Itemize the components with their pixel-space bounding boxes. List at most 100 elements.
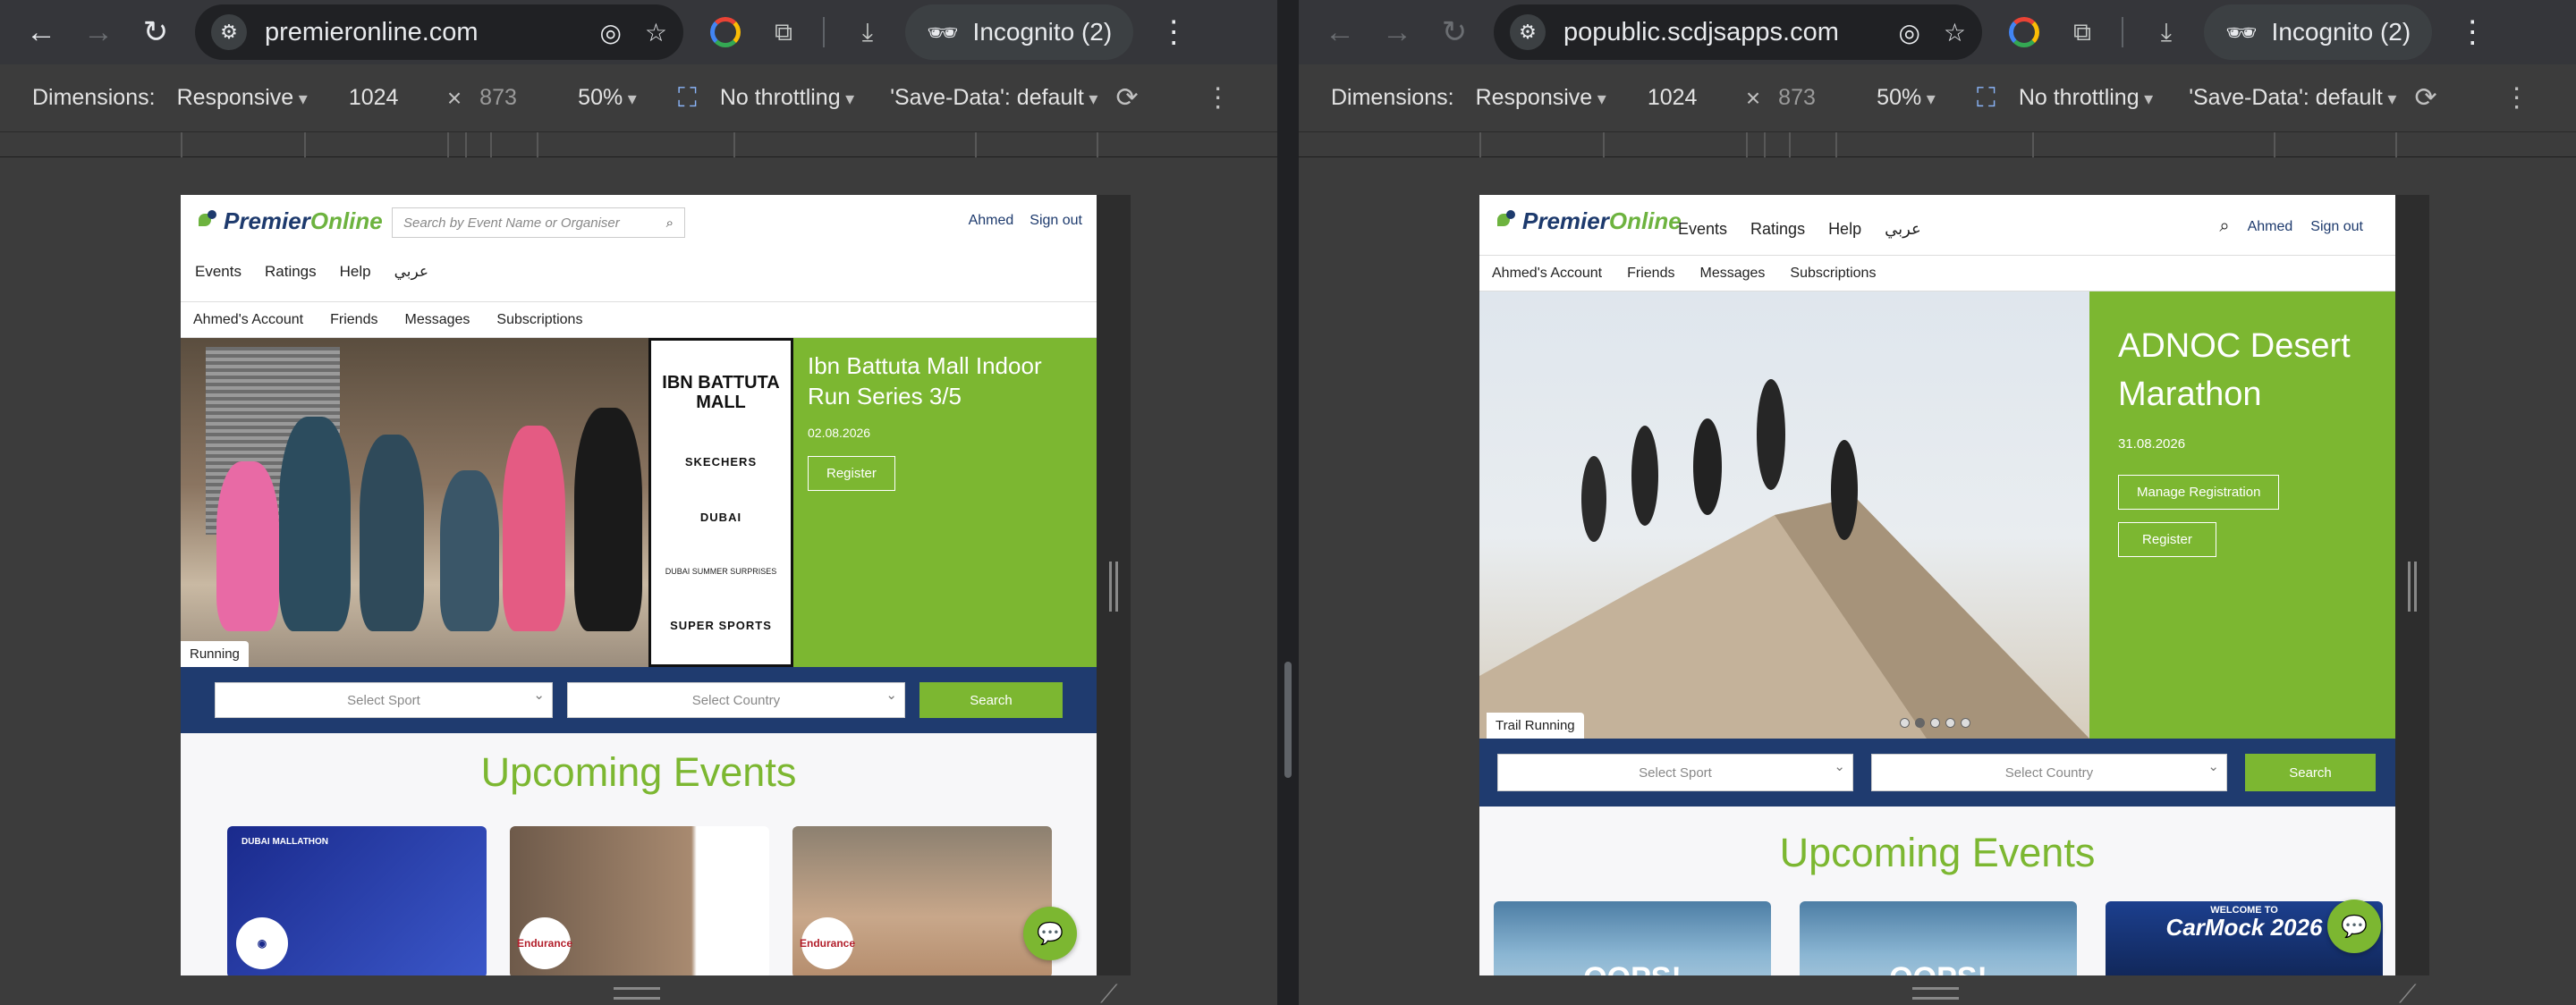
site-info-icon[interactable]: ⚙	[211, 14, 247, 50]
forward-icon[interactable]: →	[1368, 5, 1426, 59]
sport-select[interactable]: Select Sport	[1497, 754, 1853, 791]
event-card[interactable]: DUBAI MALLATHON ◉	[227, 826, 487, 975]
extension-ring-icon[interactable]	[2009, 17, 2039, 47]
capture-icon[interactable]: ⛶	[1977, 83, 1996, 114]
nav-arabic[interactable]: عربي	[1885, 220, 1921, 239]
search-icon[interactable]: ⌕	[666, 215, 674, 231]
event-card[interactable]: Endurance	[792, 826, 1052, 975]
chat-icon[interactable]: 💬	[2327, 899, 2381, 953]
nav-events[interactable]: Events	[1678, 220, 1727, 239]
subnav-subscriptions[interactable]: Subscriptions	[1790, 266, 1876, 282]
height-input[interactable]: 873	[1778, 85, 1859, 111]
carousel-dot[interactable]	[1930, 718, 1940, 728]
subnav-friends[interactable]: Friends	[330, 312, 377, 328]
capture-icon[interactable]: ⛶	[678, 83, 697, 114]
zoom-select[interactable]: 50%	[1877, 85, 1936, 111]
search-input[interactable]: Search by Event Name or Organiser ⌕	[392, 207, 685, 238]
incognito-badge[interactable]: 🕶 Incognito (2)	[2204, 4, 2433, 60]
hero-title[interactable]: ADNOC Desert Marathon	[2118, 322, 2367, 418]
search-button[interactable]: Search	[919, 682, 1063, 718]
bottom-resize-handle[interactable]	[614, 987, 660, 1000]
country-select[interactable]: Select Country	[1871, 754, 2227, 791]
savedata-select[interactable]: 'Save-Data': default	[2189, 85, 2396, 111]
resize-handle-icon[interactable]	[1109, 562, 1118, 612]
zoom-select[interactable]: 50%	[578, 85, 637, 111]
nav-help[interactable]: Help	[1828, 220, 1861, 239]
nav-help[interactable]: Help	[340, 263, 371, 281]
eye-off-icon[interactable]: ◎	[599, 18, 621, 47]
eye-off-icon[interactable]: ◎	[1898, 18, 1919, 47]
user-link[interactable]: Ahmed	[969, 213, 1014, 229]
subnav-messages[interactable]: Messages	[1699, 266, 1765, 282]
reload-icon[interactable]: ↻	[127, 5, 184, 59]
throttle-select[interactable]: No throttling	[2019, 85, 2153, 111]
event-card[interactable]: OOPS!	[1800, 901, 2077, 975]
menu-icon[interactable]: ⋮	[2457, 14, 2487, 50]
star-icon[interactable]: ☆	[1944, 18, 1966, 47]
menu-icon[interactable]: ⋮	[1158, 14, 1189, 50]
nav-ratings[interactable]: Ratings	[265, 263, 317, 281]
event-card[interactable]: Endurance	[510, 826, 769, 975]
carousel-dot[interactable]	[1915, 718, 1925, 728]
register-button[interactable]: Register	[2118, 522, 2216, 557]
throttle-select[interactable]: No throttling	[720, 85, 854, 111]
divider-grip[interactable]	[1284, 662, 1292, 778]
reload-icon[interactable]: ↻	[1426, 5, 1483, 59]
rotate-icon[interactable]: ⟳	[1115, 82, 1138, 114]
viewport-resize-rail[interactable]	[1097, 195, 1131, 975]
subnav-messages[interactable]: Messages	[404, 312, 470, 328]
nav-events[interactable]: Events	[195, 263, 242, 281]
star-icon[interactable]: ☆	[645, 18, 667, 47]
signout-link[interactable]: Sign out	[2310, 219, 2363, 235]
forward-icon[interactable]: →	[70, 5, 127, 59]
devtools-more-icon[interactable]: ⋮	[1205, 82, 1232, 114]
back-icon[interactable]: ←	[1311, 5, 1368, 59]
manage-registration-button[interactable]: Manage Registration	[2118, 475, 2280, 510]
width-input[interactable]: 1024	[349, 85, 438, 111]
subnav-subscriptions[interactable]: Subscriptions	[496, 312, 582, 328]
incognito-badge[interactable]: 🕶 Incognito (2)	[905, 4, 1134, 60]
search-button[interactable]: Search	[2245, 754, 2376, 791]
chat-icon[interactable]: 💬	[1023, 907, 1077, 960]
device-mode-select[interactable]: Responsive	[1476, 85, 1606, 111]
extensions-icon[interactable]: ⧉	[2064, 14, 2100, 50]
back-icon[interactable]: ←	[13, 5, 70, 59]
download-icon[interactable]: ⤓	[850, 14, 886, 50]
extension-ring-icon[interactable]	[710, 17, 741, 47]
sport-select[interactable]: Select Sport	[215, 682, 553, 718]
savedata-select[interactable]: 'Save-Data': default	[890, 85, 1097, 111]
carousel-dot[interactable]	[1945, 718, 1955, 728]
signout-link[interactable]: Sign out	[1030, 213, 1082, 229]
corner-resize-icon[interactable]: ⟋	[2399, 980, 2417, 1005]
device-mode-select[interactable]: Responsive	[177, 85, 308, 111]
site-logo[interactable]: Premier Online	[1496, 207, 1682, 235]
devtools-more-icon[interactable]: ⋮	[2504, 82, 2530, 114]
subnav-account[interactable]: Ahmed's Account	[193, 312, 303, 328]
rotate-icon[interactable]: ⟳	[2414, 82, 2436, 114]
nav-ratings[interactable]: Ratings	[1750, 220, 1805, 239]
carousel-dot[interactable]	[1900, 718, 1910, 728]
search-icon[interactable]: ⌕	[2219, 216, 2229, 237]
address-bar[interactable]: ⚙ popublic.scdjsapps.com ◎ ☆	[1494, 4, 1982, 60]
width-input[interactable]: 1024	[1648, 85, 1737, 111]
height-input[interactable]: 873	[479, 85, 560, 111]
country-select[interactable]: Select Country	[567, 682, 905, 718]
split-view-divider[interactable]	[1277, 0, 1299, 1005]
subnav-account[interactable]: Ahmed's Account	[1492, 266, 1602, 282]
subnav-friends[interactable]: Friends	[1627, 266, 1674, 282]
download-icon[interactable]: ⤓	[2148, 14, 2184, 50]
site-info-icon[interactable]: ⚙	[1510, 14, 1546, 50]
event-card[interactable]: OOPS!	[1494, 901, 1771, 975]
site-logo[interactable]: Premier Online	[197, 207, 383, 235]
bottom-resize-handle[interactable]	[1912, 987, 1959, 1000]
register-button[interactable]: Register	[808, 456, 895, 491]
resize-handle-icon[interactable]	[2408, 562, 2417, 612]
corner-resize-icon[interactable]: ⟋	[1100, 980, 1118, 1005]
user-link[interactable]: Ahmed	[2248, 219, 2293, 235]
viewport-resize-rail[interactable]	[2395, 195, 2429, 975]
hero-title[interactable]: Ibn Battuta Mall Indoor Run Series 3/5	[808, 350, 1082, 411]
extensions-icon[interactable]: ⧉	[766, 14, 801, 50]
carousel-dot[interactable]	[1961, 718, 1970, 728]
nav-arabic[interactable]: عربي	[394, 263, 428, 281]
address-bar[interactable]: ⚙ premieronline.com ◎ ☆	[195, 4, 683, 60]
